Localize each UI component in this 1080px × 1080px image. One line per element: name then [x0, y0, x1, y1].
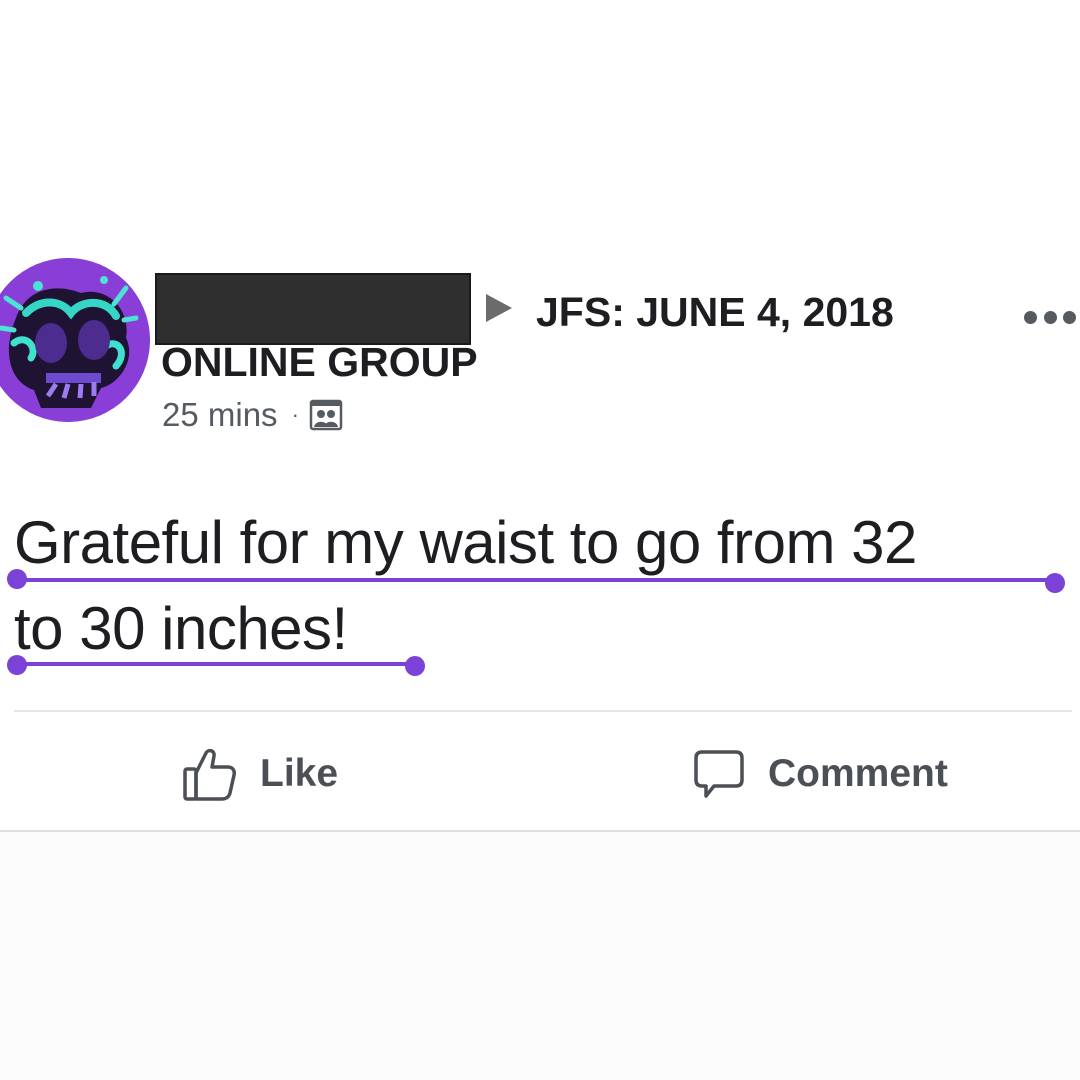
post-divider	[14, 710, 1072, 712]
selection-end-handle[interactable]	[405, 656, 425, 676]
selection-underline	[17, 578, 1057, 582]
feed-background	[0, 832, 1080, 1080]
group-audience-icon	[309, 399, 343, 431]
post-timestamp[interactable]: 25 mins	[162, 396, 278, 434]
group-name-link[interactable]: JFS: JUNE 4, 2018	[536, 288, 894, 336]
selection-start-handle[interactable]	[7, 569, 27, 589]
thumbs-up-icon	[183, 748, 236, 801]
skull-avatar-icon	[0, 258, 150, 422]
more-dot	[1063, 310, 1076, 324]
comment-label: Comment	[768, 752, 948, 795]
right-arrow-icon	[486, 294, 512, 322]
group-type-label: ONLINE GROUP	[161, 339, 478, 385]
post-text-line-1: Grateful for my waist to go from 32	[14, 509, 917, 576]
meta-separator: ·	[291, 402, 299, 427]
post-text-line-2: to 30 inches!	[14, 595, 348, 662]
selection-underline	[17, 662, 415, 666]
more-dot	[1043, 310, 1057, 324]
author-avatar[interactable]	[0, 258, 150, 422]
more-options-icon[interactable]	[1024, 306, 1076, 328]
post-body-text: Grateful for my waist to go from 32 to 3…	[14, 500, 1070, 672]
comment-button[interactable]: Comment	[692, 738, 948, 810]
like-button[interactable]: Like	[182, 738, 338, 810]
redacted-author-name	[155, 273, 471, 345]
selection-handle[interactable]	[1045, 573, 1065, 593]
post-card: JFS: JUNE 4, 2018 ONLINE GROUP 25 mins ·…	[0, 0, 1080, 1080]
like-label: Like	[260, 752, 339, 795]
more-dot	[1024, 310, 1037, 324]
selection-handle[interactable]	[7, 655, 27, 675]
post-meta: 25 mins ·	[162, 393, 343, 437]
speech-bubble-icon	[694, 750, 744, 798]
